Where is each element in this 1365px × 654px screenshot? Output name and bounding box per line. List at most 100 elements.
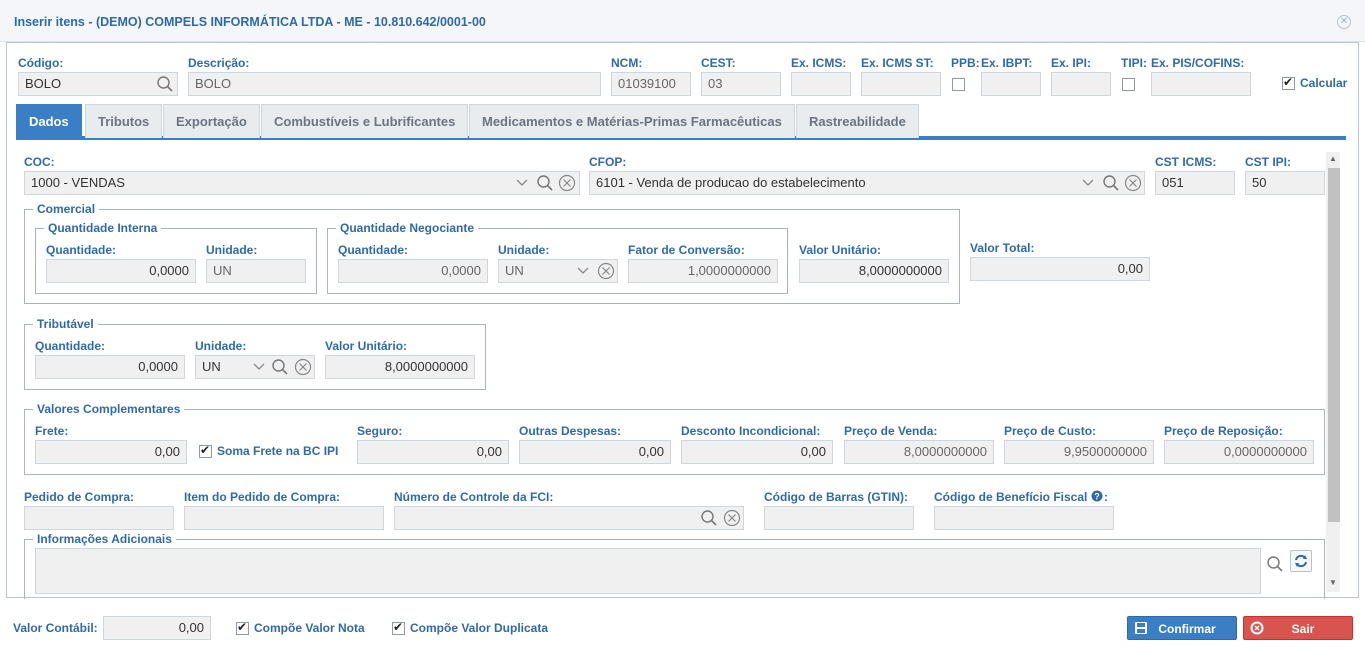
- calcular-checkbox[interactable]: [1282, 75, 1295, 90]
- clear-icon[interactable]: [597, 262, 615, 280]
- help-icon[interactable]: ?: [1091, 490, 1103, 502]
- descricao-input[interactable]: BOLO: [188, 72, 601, 96]
- preco-reposicao-label: Preço de Reposição:: [1164, 424, 1283, 438]
- fci-input[interactable]: [394, 506, 744, 530]
- search-icon[interactable]: [271, 358, 289, 376]
- fator-conversao-input[interactable]: 1,0000000000: [628, 259, 778, 283]
- frete-label: Frete:: [35, 424, 69, 438]
- coc-select[interactable]: 1000 - VENDAS: [24, 171, 580, 195]
- unidade-label: Unidade:: [206, 243, 258, 257]
- desconto-label: Desconto Incondicional:: [681, 424, 821, 438]
- valor-contabil-input[interactable]: 0,00: [103, 616, 211, 640]
- ex-ipi-input[interactable]: [1051, 72, 1111, 96]
- gtin-label: Código de Barras (GTIN):: [764, 490, 909, 504]
- trib-quantidade-input[interactable]: 0,0000: [35, 355, 185, 379]
- scrollbar-thumb[interactable]: [1328, 168, 1340, 522]
- compoe-nota-checkbox[interactable]: [236, 620, 249, 635]
- outras-despesas-label: Outras Despesas:: [519, 424, 622, 438]
- tab-tributos[interactable]: Tributos: [85, 104, 163, 138]
- item-pedido-label: Item do Pedido de Compra:: [184, 490, 341, 504]
- ex-icms-input[interactable]: [791, 72, 851, 96]
- fator-conversao-label: Fator de Conversão:: [628, 243, 745, 257]
- beneficio-fiscal-input[interactable]: [934, 506, 1114, 530]
- tab-dados[interactable]: Dados: [16, 104, 82, 138]
- confirmar-button[interactable]: Confirmar: [1127, 616, 1237, 640]
- valor-total-label: Valor Total:: [970, 241, 1035, 255]
- trib-quantidade-label: Quantidade:: [35, 339, 106, 353]
- cst-ipi-input[interactable]: 50: [1245, 171, 1325, 195]
- coc-label: COC:: [24, 155, 55, 169]
- ex-icms-label: Ex. ICMS:: [791, 56, 847, 70]
- search-icon[interactable]: [536, 174, 554, 192]
- clear-icon[interactable]: [558, 174, 576, 192]
- frete-input[interactable]: 0,00: [35, 440, 187, 464]
- quantidade-interna-title: Quantidade Interna: [44, 221, 162, 235]
- close-circle-icon: [1250, 621, 1264, 635]
- clear-icon[interactable]: [294, 358, 312, 376]
- refresh-button[interactable]: [1290, 550, 1312, 572]
- valor-unitario-input[interactable]: 8,0000000000: [799, 259, 949, 283]
- valor-unitario-label: Valor Unitário:: [799, 243, 882, 257]
- quantidade-input[interactable]: 0,0000: [46, 259, 196, 283]
- tab-rastreabilidade[interactable]: Rastreabilidade: [796, 104, 919, 138]
- cst-icms-input[interactable]: 051: [1155, 171, 1235, 195]
- clear-icon[interactable]: [723, 509, 741, 527]
- ncm-input[interactable]: 01039100: [611, 72, 691, 96]
- tab-medicamentos[interactable]: Medicamentos e Matérias-Primas Farmacêut…: [469, 104, 795, 138]
- chevron-down-icon[interactable]: [577, 266, 589, 276]
- valor-contabil-label: Valor Contábil:: [13, 621, 98, 635]
- scroll-up-icon[interactable]: ▲: [1326, 154, 1340, 163]
- preco-venda-input[interactable]: 8,0000000000: [844, 440, 994, 464]
- ex-pis-cofins-label: Ex. PIS/COFINS:: [1151, 56, 1245, 70]
- tipi-label: TIPI:: [1121, 56, 1147, 70]
- trib-valor-unitario-input[interactable]: 8,0000000000: [325, 355, 475, 379]
- descricao-label: Descrição:: [188, 56, 250, 70]
- search-icon[interactable]: [700, 509, 718, 527]
- preco-custo-input[interactable]: 9,9500000000: [1004, 440, 1154, 464]
- close-icon[interactable]: ✕: [1337, 15, 1351, 29]
- pedido-compra-input[interactable]: [24, 506, 174, 530]
- valores-complementares-title: Valores Complementares: [33, 402, 185, 416]
- neg-unidade-label: Unidade:: [498, 243, 550, 257]
- chevron-down-icon[interactable]: [253, 362, 265, 372]
- ex-ibpt-input[interactable]: [981, 72, 1041, 96]
- compoe-duplicata-checkbox[interactable]: [392, 620, 405, 635]
- cfop-label: CFOP:: [589, 155, 627, 169]
- desconto-input[interactable]: 0,00: [681, 440, 833, 464]
- tributavel-title: Tributável: [33, 317, 98, 331]
- preco-custo-label: Preço de Custo:: [1004, 424, 1097, 438]
- search-icon[interactable]: [156, 75, 174, 93]
- cfop-select[interactable]: 6101 - Venda de producao do estabelecime…: [589, 171, 1145, 195]
- neg-quantidade-input[interactable]: 0,0000: [338, 259, 488, 283]
- outras-despesas-input[interactable]: 0,00: [519, 440, 671, 464]
- ncm-label: NCM:: [611, 56, 643, 70]
- seguro-input[interactable]: 0,00: [357, 440, 509, 464]
- codigo-label: Código:: [18, 56, 64, 70]
- cst-ipi-label: CST IPI:: [1245, 155, 1292, 169]
- compoe-duplicata-label: Compõe Valor Duplicata: [410, 621, 549, 635]
- preco-reposicao-input[interactable]: 0,0000000000: [1164, 440, 1314, 464]
- unidade-input[interactable]: UN: [206, 259, 306, 283]
- tab-exportacao[interactable]: Exportação: [163, 104, 260, 138]
- tab-combustiveis[interactable]: Combustíveis e Lubrificantes: [261, 104, 469, 138]
- soma-frete-checkbox[interactable]: [199, 443, 212, 458]
- codigo-input[interactable]: BOLO: [18, 72, 178, 96]
- ex-pis-cofins-input[interactable]: [1151, 72, 1251, 96]
- tipi-checkbox[interactable]: [1122, 78, 1135, 91]
- search-icon[interactable]: [1102, 174, 1120, 192]
- clear-icon[interactable]: [1124, 174, 1142, 192]
- ex-icms-st-input[interactable]: [861, 72, 941, 96]
- ppb-checkbox[interactable]: [952, 78, 965, 91]
- gtin-input[interactable]: [764, 506, 914, 530]
- chevron-down-icon[interactable]: [1082, 178, 1094, 188]
- item-pedido-input[interactable]: [184, 506, 384, 530]
- scroll-down-icon[interactable]: ▼: [1326, 578, 1340, 587]
- cest-input[interactable]: 03: [701, 72, 781, 96]
- valor-total-input[interactable]: 0,00: [970, 257, 1150, 281]
- informacoes-adicionais-textarea[interactable]: [35, 548, 1261, 594]
- sair-button[interactable]: Sair: [1243, 616, 1353, 640]
- quantidade-negociante-title: Quantidade Negociante: [336, 221, 479, 235]
- seguro-label: Seguro:: [357, 424, 403, 438]
- chevron-down-icon[interactable]: [516, 178, 528, 188]
- search-icon[interactable]: [1266, 555, 1284, 573]
